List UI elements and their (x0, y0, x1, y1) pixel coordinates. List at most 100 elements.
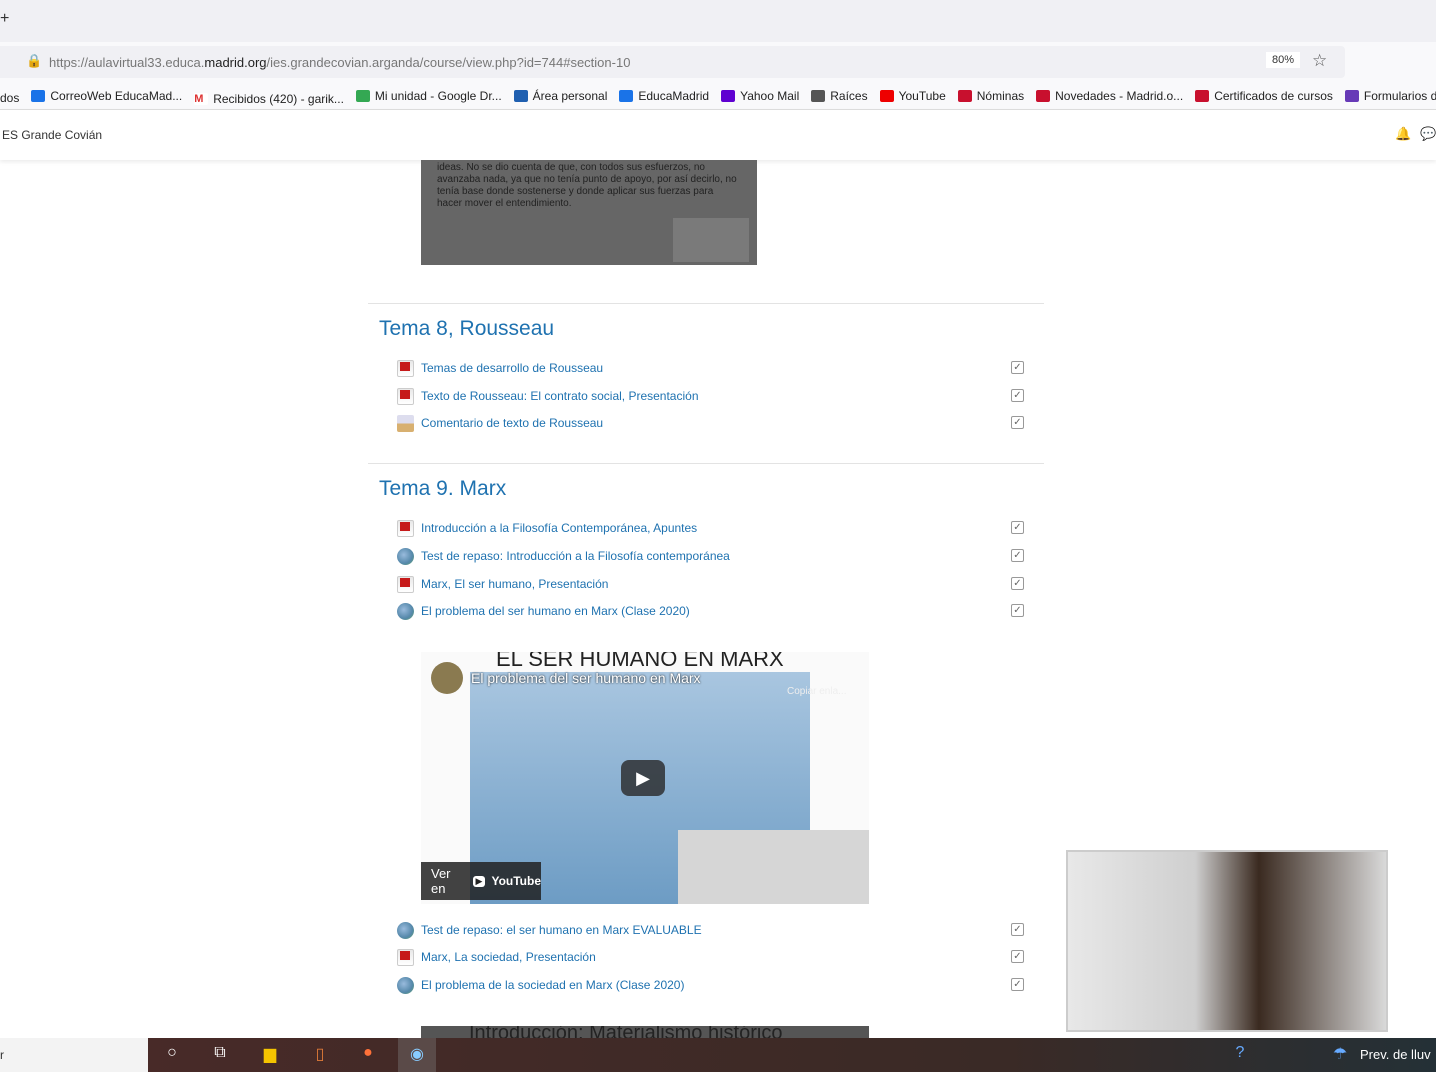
bookmarks-bar: dos CorreoWeb EducaMad... M Recibidos (420)… (0, 82, 1436, 110)
play-button[interactable]: ▶ (621, 760, 665, 796)
bookmark-label: dos (0, 91, 20, 105)
activity-link[interactable]: Temas de desarrollo de Rousseau (421, 361, 603, 375)
activity-link[interactable]: Texto de Rousseau: El contrato social, P… (421, 389, 699, 403)
completion-checkbox[interactable]: ✓ (1011, 604, 1024, 617)
site-navbar: ES Grande Covián 🔔 💬 (0, 110, 1436, 160)
slide-video-thumbnail[interactable]: ideas. No se dio cuenta de que, con todo… (421, 160, 757, 265)
bookmark-icon (619, 90, 634, 102)
bookmark-icon (811, 90, 826, 102)
lock-icon[interactable]: 🔒 (26, 53, 42, 69)
weather-umbrella-icon: ☂ (1332, 1046, 1348, 1063)
activity-link[interactable]: Test de repaso: Introducción a la Filoso… (421, 549, 730, 563)
bookmark-item[interactable]: Raíces (811, 82, 868, 109)
bookmark-label: Área personal (532, 89, 608, 103)
pdf-icon (397, 519, 414, 537)
activity-link[interactable]: Comentario de texto de Rousseau (421, 416, 603, 430)
bookmark-icon (721, 90, 736, 102)
zoom-level[interactable]: 80% (1266, 52, 1301, 68)
bookmark-item[interactable]: CorreoWeb EducaMad... (31, 82, 182, 109)
activity-link[interactable]: Introducción a la Filosofía Contemporáne… (421, 521, 697, 535)
completion-checkbox[interactable]: ✓ (1011, 923, 1024, 936)
activity-link[interactable]: El problema de la sociedad en Marx (Clas… (421, 978, 684, 992)
help-icon[interactable]: ? (1228, 1044, 1252, 1066)
activity-item: Introducción a la Filosofía Contemporáne… (397, 518, 697, 538)
youtube-embed[interactable]: EL SER HUMANO EN MARX El problema del se… (421, 652, 869, 904)
taskbar: r ○ ⧉ ▆ ▯ ● ◉ ? ☂ Prev. de lluv (0, 1038, 1436, 1072)
bookmark-star-icon[interactable]: ☆ (1312, 51, 1327, 71)
new-tab-icon[interactable]: + (0, 10, 9, 28)
bookmark-label: Formularios de (1363, 89, 1436, 103)
task-view-icon[interactable]: ⧉ (208, 1044, 232, 1066)
pdf-icon (397, 948, 414, 966)
activity-item: El problema de la sociedad en Marx (Clas… (397, 975, 684, 995)
bookmark-label: Mi unidad - Google Dr... (374, 89, 502, 103)
channel-avatar[interactable] (431, 662, 463, 694)
watch-on-youtube-button[interactable]: Ver en ▶ YouTube (421, 862, 541, 900)
bookmark-label: Nóminas (976, 89, 1025, 103)
notifications-bell-icon[interactable]: 🔔 (1395, 126, 1411, 142)
activity-item: Test de repaso: Introducción a la Filoso… (397, 546, 730, 566)
activity-item: Marx, La sociedad, Presentación (397, 947, 596, 967)
pdf-icon (397, 359, 414, 377)
activity-item: Test de repaso: el ser humano en Marx EV… (397, 920, 702, 940)
completion-checkbox[interactable]: ✓ (1011, 521, 1024, 534)
site-name[interactable]: ES Grande Covián (2, 128, 102, 142)
file-explorer-icon[interactable]: ▆ (258, 1044, 282, 1066)
messages-icon[interactable]: 💬 (1420, 126, 1436, 142)
completion-checkbox[interactable]: ✓ (1011, 950, 1024, 963)
youtube-logo-icon: ▶ (472, 875, 486, 887)
address-bar: 🔒 https://aulavirtual33.educa.madrid.org… (0, 42, 1436, 82)
bookmark-item[interactable]: M Recibidos (420) - garik... (194, 85, 344, 109)
divider (368, 463, 1044, 464)
bookmark-item[interactable]: YouTube (879, 82, 946, 109)
divider (368, 303, 1044, 304)
bookmark-label: Certificados de cursos (1214, 89, 1333, 103)
bookmark-item[interactable]: Nóminas (957, 82, 1025, 109)
document-app-icon[interactable]: ▯ (308, 1044, 332, 1066)
weather-text[interactable]: Prev. de lluv (1360, 1047, 1431, 1062)
completion-checkbox[interactable]: ✓ (1011, 361, 1024, 374)
completion-checkbox[interactable]: ✓ (1011, 978, 1024, 991)
firefox-icon[interactable]: ● (356, 1044, 380, 1066)
pdf-icon (397, 387, 414, 405)
bookmark-label: Recibidos (420) - garik... (213, 92, 344, 106)
recorder-app-icon[interactable]: ◉ (398, 1038, 436, 1072)
video-title[interactable]: El problema del ser humano en Marx (471, 670, 701, 686)
activity-link[interactable]: Marx, La sociedad, Presentación (421, 950, 596, 964)
next-video-embed[interactable]: Introducción: Materialismo histórico (421, 1026, 869, 1038)
bookmark-icon (513, 90, 528, 102)
completion-checkbox[interactable]: ✓ (1011, 389, 1024, 402)
bookmark-item[interactable]: Certificados de cursos (1195, 82, 1333, 109)
copy-link-button[interactable]: Copiar enla... (787, 686, 846, 697)
completion-checkbox[interactable]: ✓ (1011, 416, 1024, 429)
activity-link[interactable]: Marx, El ser humano, Presentación (421, 577, 608, 591)
activity-link[interactable]: Test de repaso: el ser humano en Marx EV… (421, 923, 702, 937)
presenter-overlay (678, 830, 869, 904)
bookmark-label: Yahoo Mail (740, 89, 800, 103)
quiz-icon (397, 547, 414, 565)
cortana-icon[interactable]: ○ (160, 1044, 184, 1066)
completion-checkbox[interactable]: ✓ (1011, 577, 1024, 590)
activity-item: Texto de Rousseau: El contrato social, P… (397, 386, 699, 406)
section-title[interactable]: Tema 9. Marx (379, 477, 506, 501)
section-title[interactable]: Tema 8, Rousseau (379, 317, 554, 341)
url-text[interactable]: https://aulavirtual33.educa.madrid.org/i… (49, 55, 630, 70)
bookmark-item[interactable]: Yahoo Mail (721, 82, 800, 109)
bookmark-label: EducaMadrid (638, 89, 710, 103)
activity-link[interactable]: El problema del ser humano en Marx (Clas… (421, 604, 690, 618)
bookmark-item[interactable]: Mi unidad - Google Dr... (355, 82, 502, 109)
quiz-icon (397, 976, 414, 994)
pdf-icon (397, 575, 414, 593)
completion-checkbox[interactable]: ✓ (1011, 549, 1024, 562)
bookmark-item[interactable]: Novedades - Madrid.o... (1036, 82, 1183, 109)
tab-strip: + (0, 0, 1436, 42)
bookmark-item[interactable]: EducaMadrid (619, 82, 710, 109)
bookmark-icon (879, 90, 894, 102)
taskbar-search[interactable]: r (0, 1038, 148, 1072)
activity-item: Marx, El ser humano, Presentación (397, 574, 608, 594)
bookmark-icon (31, 90, 46, 102)
activity-item: El problema del ser humano en Marx (Clas… (397, 601, 690, 621)
bookmark-item[interactable]: Área personal (513, 82, 608, 109)
bookmark-item[interactable]: dos (0, 84, 20, 109)
bookmark-item[interactable]: Formularios de (1344, 82, 1436, 109)
